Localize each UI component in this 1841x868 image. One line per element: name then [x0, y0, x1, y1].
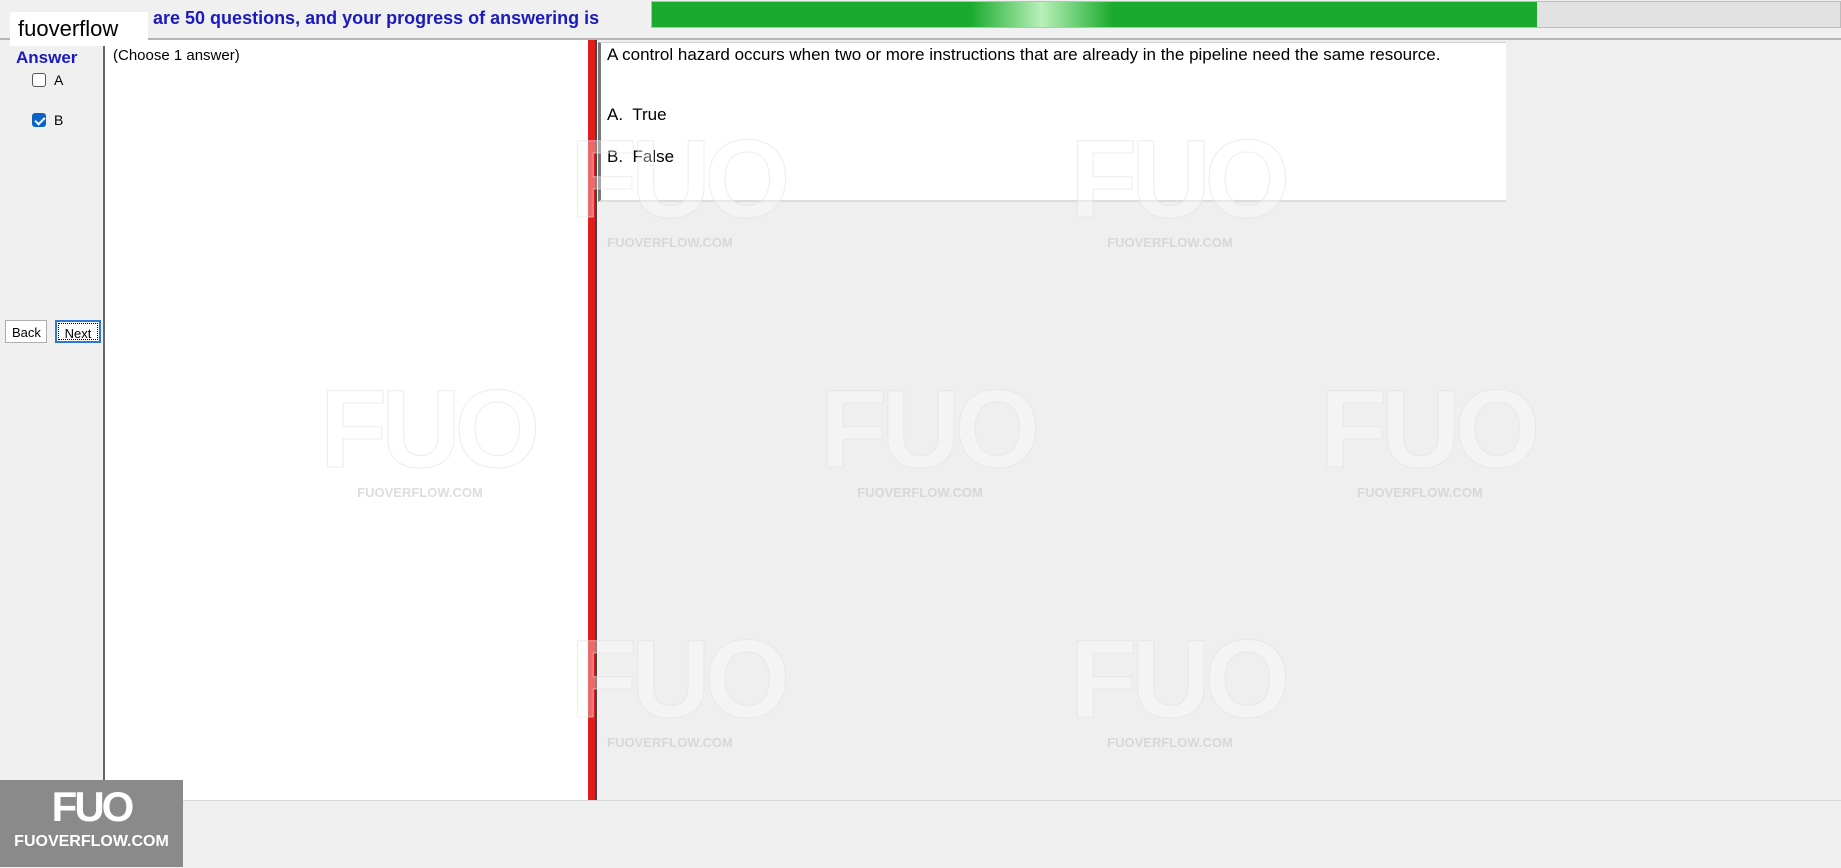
watermark-text: FUOVERFLOW.COM: [1357, 485, 1483, 500]
back-button[interactable]: Back: [5, 320, 47, 343]
panel-splitter[interactable]: [588, 40, 597, 802]
watermark-logo: FUO: [820, 368, 1041, 491]
checkbox-a[interactable]: [32, 73, 46, 87]
answer-panel: Answer A B Back Next: [0, 40, 105, 800]
watermark: FUO FUOVERFLOW.COM: [1320, 368, 1541, 500]
progress-header: e are 50 questions, and your progress of…: [0, 0, 1841, 40]
option-text: True: [632, 105, 667, 124]
option-letter: B.: [607, 147, 624, 166]
watermark-text: FUOVERFLOW.COM: [607, 235, 733, 250]
watermark-logo: FUO: [1070, 618, 1291, 741]
status-bar: [0, 800, 1841, 868]
answer-option-label: A: [54, 72, 64, 88]
option-text: False: [632, 147, 675, 166]
watermark: FUO FUOVERFLOW.COM: [1070, 618, 1291, 750]
progress-bar-fill: [652, 2, 1538, 27]
progress-bar: [651, 1, 1841, 28]
checkbox-b[interactable]: [32, 113, 46, 127]
progress-text: e are 50 questions, and your progress of…: [138, 8, 600, 28]
watermark-text: FUOVERFLOW.COM: [1107, 235, 1233, 250]
answer-heading: Answer: [16, 48, 78, 67]
choose-instruction: (Choose 1 answer): [113, 47, 240, 64]
question-option-a: A. True: [607, 105, 667, 125]
question-text: A control hazard occurs when two or more…: [607, 45, 1441, 64]
watermark-text: FUOVERFLOW.COM: [857, 485, 983, 500]
watermark-logo: FUO: [1320, 368, 1541, 491]
site-label: fuoverflow: [10, 12, 148, 46]
answer-option-label: B: [54, 112, 64, 128]
question-option-b: B. False: [607, 147, 674, 167]
answer-option-a[interactable]: A: [32, 72, 63, 88]
watermark: FUO FUOVERFLOW.COM: [820, 368, 1041, 500]
option-letter: A.: [607, 105, 624, 124]
logo-mark: FUO: [51, 783, 135, 830]
fuoverflow-logo: FUO FUOVERFLOW.COM: [0, 780, 183, 867]
question-box: A control hazard occurs when two or more…: [598, 42, 1506, 202]
watermark-logo: FUO: [570, 618, 791, 741]
watermark: FUO FUOVERFLOW.COM: [570, 618, 791, 750]
next-button[interactable]: Next: [55, 320, 101, 343]
watermark-text: FUOVERFLOW.COM: [1107, 735, 1233, 750]
watermark-text: FUOVERFLOW.COM: [607, 735, 733, 750]
answer-option-b[interactable]: B: [32, 112, 63, 128]
logo-text: FUOVERFLOW.COM: [14, 833, 169, 850]
choose-panel: (Choose 1 answer): [105, 40, 588, 802]
